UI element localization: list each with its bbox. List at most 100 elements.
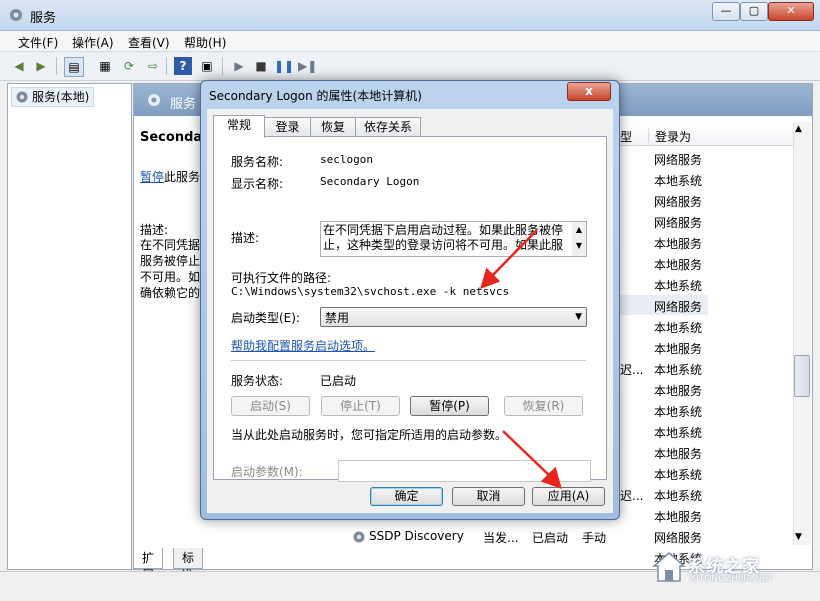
stop-button[interactable]: 停止(T): [321, 396, 400, 416]
pause-icon[interactable]: ❚❚: [274, 57, 294, 75]
tab-standard[interactable]: 标准: [173, 548, 204, 582]
menu-file[interactable]: 文件(F): [18, 34, 58, 51]
tab-extended[interactable]: 扩展: [133, 548, 164, 582]
toolbar-separator: [166, 57, 167, 75]
logon-as-cell: 本地系统: [654, 405, 703, 419]
tab-logon[interactable]: 登录: [264, 117, 311, 137]
description-line: 止，这种类型的登录访问将不可用。如果此服: [323, 238, 564, 252]
scroll-down-icon[interactable]: ▼: [795, 532, 802, 542]
tree-item-label: 服务(本地): [32, 90, 90, 104]
dialog-title: Secondary Logon 的属性(本地计算机): [209, 89, 422, 103]
services-gear-icon: [148, 94, 160, 106]
help-configure-startup-link[interactable]: 帮助我配置服务启动选项。: [231, 337, 375, 354]
dialog-body: 常规 登录 恢复 依存关系 服务名称: seclogon 显示名称: Secon…: [207, 109, 613, 513]
detail-description-line: 服务被停止: [140, 254, 201, 268]
logon-as-cell: 网络服务: [654, 531, 703, 545]
toolbar-separator: [222, 57, 223, 75]
console-tree-icon[interactable]: ▤: [64, 57, 84, 77]
window-title: 服务: [30, 11, 57, 26]
logon-as-cell: 网络服务: [654, 153, 703, 167]
logon-as-cell: 本地系统: [654, 363, 703, 377]
start-params-input[interactable]: [338, 460, 591, 482]
dialog-close-button[interactable]: x: [567, 82, 611, 101]
pause-service-link[interactable]: 暂停: [140, 170, 164, 184]
logon-as-cell: 本地服务: [654, 510, 703, 524]
column-header-row: 型 登录为: [614, 125, 794, 146]
maximize-button[interactable]: ▢: [740, 2, 768, 21]
show-hide-icon[interactable]: ▣: [198, 57, 216, 75]
refresh-icon[interactable]: ⟳: [120, 57, 138, 75]
resume-button[interactable]: 恢复(R): [504, 396, 583, 416]
action-suffix: 此服务: [164, 170, 201, 184]
forward-arrow-icon[interactable]: ▶: [32, 57, 50, 75]
general-tab-panel: 服务名称: seclogon 显示名称: Secondary Logon 描述:…: [213, 136, 607, 482]
service-status-label: 服务状态:: [231, 374, 284, 388]
cancel-button[interactable]: 取消: [452, 487, 525, 506]
chevron-down-icon: ▼: [575, 312, 582, 322]
content-header-title: 服务: [170, 97, 197, 112]
service-status: 已启动: [532, 531, 569, 545]
close-button[interactable]: ✕: [768, 2, 814, 21]
tab-recovery[interactable]: 恢复: [310, 117, 356, 137]
tree-item-services-local[interactable]: 服务(本地): [11, 87, 95, 107]
play-icon[interactable]: ▶: [230, 57, 248, 75]
startup-type-fragment: 迟...: [620, 489, 644, 503]
logon-as-cell: 网络服务: [654, 216, 703, 230]
startup-type-label: 启动类型(E):: [231, 311, 300, 325]
service-detail-action: 暂停此服务: [140, 168, 200, 185]
help-icon[interactable]: ?: [174, 57, 192, 75]
startup-type-dropdown[interactable]: 禁用 ▼: [320, 307, 587, 327]
description-scrollbar[interactable]: ▲ ▼: [572, 222, 586, 256]
detail-description-line: 确依赖它的: [140, 286, 201, 300]
startup-type-fragment: 迟...: [620, 363, 644, 377]
menu-action[interactable]: 操作(A): [72, 34, 114, 51]
detail-description-line: 在不同凭据: [140, 238, 201, 252]
watermark: 系统之家 XITONGZHIJIA.NET: [648, 548, 814, 588]
properties-icon[interactable]: ▦: [96, 57, 114, 75]
services-gear-icon: [10, 9, 22, 21]
scroll-up-icon[interactable]: ▲: [795, 124, 802, 134]
logon-as-cell: 本地系统: [654, 279, 703, 293]
tab-general[interactable]: 常规: [213, 115, 265, 138]
description-field[interactable]: 在不同凭据下启用启动过程。如果此服务被停 止，这种类型的登录访问将不可用。如果此…: [320, 221, 587, 257]
minimize-button[interactable]: —: [712, 2, 740, 21]
services-gear-icon: [16, 91, 28, 103]
column-header-type[interactable]: 型: [620, 128, 632, 145]
stop-icon[interactable]: ■: [252, 57, 270, 75]
console-tree: 服务(本地): [7, 83, 132, 570]
service-startup-type: 手动: [582, 531, 607, 545]
logon-as-cell: 本地系统: [654, 426, 703, 440]
logon-as-cell: 本地服务: [654, 447, 703, 461]
service-status-value: 已启动: [320, 374, 357, 388]
properties-dialog: Secondary Logon 的属性(本地计算机) x 常规 登录 恢复 依存…: [200, 80, 620, 520]
logon-as-cell: 本地服务: [654, 342, 703, 356]
logon-as-cell: 本地服务: [654, 384, 703, 398]
description-text: 在不同凭据下启用启动过程。如果此服务被停 止，这种类型的登录访问将不可用。如果此…: [323, 223, 571, 253]
executable-path-label: 可执行文件的路径:: [231, 271, 332, 285]
column-header-logon-as[interactable]: 登录为: [648, 128, 691, 145]
toolbar: ◀ ▶ ▤ ▦ ⟳ ⇨ ? ▣ ▶ ■ ❚❚ ▶❚: [0, 52, 820, 81]
logon-as-cell: 本地系统: [654, 321, 703, 335]
list-vertical-scrollbar[interactable]: [793, 122, 811, 545]
executable-path-value: C:\Windows\system32\svchost.exe -k netsv…: [231, 285, 510, 298]
services-gear-icon: [353, 531, 365, 543]
watermark-subtext: XITONGZHIJIA.NET: [690, 574, 773, 584]
description-label: 描述:: [231, 231, 260, 245]
menu-help[interactable]: 帮助(H): [184, 34, 226, 51]
divider: [231, 360, 586, 362]
start-params-label: 启动参数(M):: [231, 465, 303, 479]
start-button[interactable]: 启动(S): [231, 396, 310, 416]
display-name-value: Secondary Logon: [320, 175, 420, 188]
ok-button[interactable]: 确定: [370, 487, 443, 506]
service-name-value: seclogon: [320, 153, 373, 166]
scrollbar-thumb[interactable]: [794, 355, 810, 397]
display-name-label: 显示名称:: [231, 177, 284, 191]
back-arrow-icon[interactable]: ◀: [10, 57, 28, 75]
pause-button[interactable]: 暂停(P): [410, 396, 489, 416]
export-icon[interactable]: ⇨: [144, 57, 162, 75]
restart-icon[interactable]: ▶❚: [298, 57, 317, 75]
tab-dependencies[interactable]: 依存关系: [355, 117, 421, 137]
apply-button[interactable]: 应用(A): [532, 487, 605, 506]
logon-as-cell: 本地系统: [654, 468, 703, 482]
menu-view[interactable]: 查看(V): [128, 34, 170, 51]
